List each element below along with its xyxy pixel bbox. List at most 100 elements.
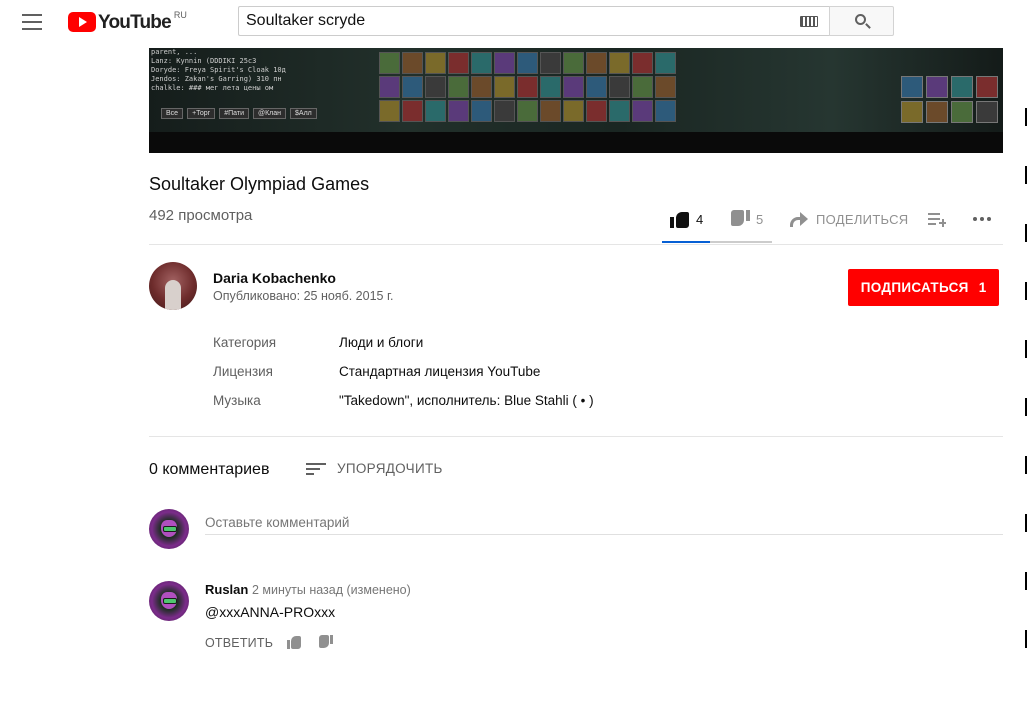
skill-slot (448, 52, 469, 74)
search-box (238, 6, 830, 36)
skill-slot (655, 76, 676, 98)
metadata-value[interactable]: Люди и блоги (339, 335, 423, 350)
like-button[interactable]: 4 (670, 205, 703, 233)
chat-tab: #Пати (219, 108, 249, 119)
skill-slot (494, 76, 515, 98)
subscribe-button[interactable]: ПОДПИСАТЬСЯ 1 (848, 269, 999, 306)
skill-slot (951, 101, 973, 123)
comment-author-avatar[interactable] (149, 581, 189, 621)
video-chat-tabs: Все +Торг #Пати @Клан $Алл (161, 108, 317, 119)
thumb-up-icon (287, 635, 302, 649)
owner-avatar[interactable] (149, 262, 197, 310)
video-title: Soultaker Olympiad Games (149, 174, 370, 194)
skill-slot (632, 52, 653, 74)
skill-slot (448, 76, 469, 98)
youtube-logo[interactable]: YouTube RU (68, 10, 187, 34)
comment-author[interactable]: Ruslan (205, 582, 248, 597)
divider (149, 244, 1003, 245)
page-scrollbar[interactable] (1024, 48, 1028, 709)
logo-text: YouTube (98, 12, 172, 33)
share-button[interactable]: ПОДЕЛИТЬСЯ (790, 205, 908, 233)
skill-slot (609, 52, 630, 74)
scrollbar-segment (1025, 108, 1027, 126)
skill-slot (494, 100, 515, 122)
youtube-logo-icon (68, 12, 96, 32)
skill-slot (586, 76, 607, 98)
sort-icon (306, 462, 326, 476)
skill-slot (609, 100, 630, 122)
comment-input[interactable] (205, 510, 1003, 535)
scrollbar-segment (1025, 340, 1027, 358)
skill-slot (379, 52, 400, 74)
search-input[interactable] (239, 12, 779, 30)
chat-tab: +Торг (187, 108, 216, 119)
comment-like-button[interactable] (287, 635, 302, 649)
dislike-button[interactable]: 5 (730, 205, 763, 233)
skill-slot (471, 100, 492, 122)
more-actions-button[interactable] (973, 205, 991, 233)
scrollbar-segment (1025, 514, 1027, 532)
share-label: ПОДЕЛИТЬСЯ (816, 211, 909, 227)
skill-slot (402, 52, 423, 74)
video-skill-panel (901, 76, 998, 123)
scrollbar-segment (1025, 456, 1027, 474)
comments-count: 0 комментариев (149, 461, 270, 478)
skill-slot (517, 76, 538, 98)
more-icon (973, 217, 991, 221)
metadata-key: Лицензия (213, 364, 273, 379)
search-icon (855, 14, 866, 25)
scrollbar-segment (1025, 630, 1027, 648)
skill-slot (632, 100, 653, 122)
skill-slot (425, 52, 446, 74)
scrollbar-segment (1025, 398, 1027, 416)
skill-slot (540, 100, 561, 122)
dislike-count: 5 (756, 211, 764, 227)
skill-slot (655, 52, 676, 74)
chat-line: parent, ... (151, 48, 198, 56)
keyboard-icon[interactable] (800, 16, 818, 27)
comment-dislike-button[interactable] (318, 635, 333, 649)
sort-label: УПОРЯДОЧИТЬ (337, 461, 443, 476)
skill-slot (901, 101, 923, 123)
sentiment-bar-fill (662, 241, 710, 243)
skill-slot (402, 76, 423, 98)
skill-slot (976, 101, 998, 123)
search-button[interactable] (829, 6, 894, 36)
skill-slot (494, 52, 515, 74)
like-count: 4 (696, 211, 704, 227)
skill-slot (655, 100, 676, 122)
owner-name[interactable]: Daria Kobachenko (213, 270, 336, 286)
skill-slot (926, 101, 948, 123)
comment-text: @xxxANNA-PROxxx (205, 604, 336, 620)
thumb-up-icon (670, 210, 690, 228)
skill-slot (425, 76, 446, 98)
chat-tab: Все (161, 108, 184, 119)
skill-slot (471, 52, 492, 74)
metadata-key: Музыка (213, 393, 261, 408)
skill-slot (563, 100, 584, 122)
skill-slot (402, 100, 423, 122)
metadata-key: Категория (213, 335, 277, 350)
skill-slot (586, 52, 607, 74)
subscribe-label: ПОДПИСАТЬСЯ (860, 280, 969, 295)
add-to-playlist-icon (928, 212, 946, 227)
metadata-value: Стандартная лицензия YouTube (339, 364, 541, 379)
skill-slot (517, 52, 538, 74)
skill-slot (448, 100, 469, 122)
skill-slot (976, 76, 998, 98)
logo-region: RU (173, 10, 187, 20)
chat-tab: @Клан (253, 108, 287, 119)
user-avatar (149, 509, 189, 549)
skill-slot (609, 76, 630, 98)
metadata-value: "Takedown", исполнитель: Blue Stahli ( •… (339, 393, 594, 408)
skill-slot (632, 76, 653, 98)
thumb-down-icon (730, 210, 750, 228)
comment-time[interactable]: 2 минуты назад (изменено) (252, 583, 411, 597)
add-to-playlist-button[interactable] (928, 205, 946, 233)
reply-button[interactable]: ОТВЕТИТЬ (205, 636, 273, 650)
sentiment-bar (662, 241, 772, 243)
menu-icon[interactable] (22, 14, 44, 32)
video-player[interactable]: parent, ... Lanz: Kynnin (DDDIKI 25c3 Do… (149, 48, 1003, 153)
skill-slot (563, 52, 584, 74)
sort-button[interactable]: УПОРЯДОЧИТЬ (306, 461, 443, 476)
